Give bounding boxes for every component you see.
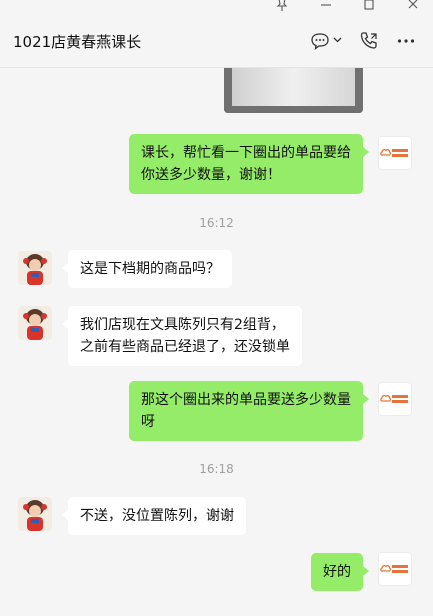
image-thumbnail xyxy=(224,68,363,113)
image-message[interactable] xyxy=(224,68,363,113)
message-line: 之前有些商品已经退了，还没锁单 xyxy=(80,339,290,355)
message-bubble-sent[interactable]: 课长，帮忙看一下圈出的单品要给 你送多少数量，谢谢！ xyxy=(129,134,369,194)
message-bubble-sent[interactable]: 那这个圈出来的单品要送多少数量 呀 xyxy=(129,381,369,441)
message-line: 呀 xyxy=(141,414,155,430)
voice-call-button[interactable] xyxy=(358,28,380,54)
contact-avatar[interactable] xyxy=(18,497,52,531)
brand-logo-icon xyxy=(380,149,408,157)
message-list[interactable]: 课长，帮忙看一下圈出的单品要给 你送多少数量，谢谢！ 16:12 这是下档期的商… xyxy=(0,68,433,616)
message-bubble-sent[interactable]: 好的 xyxy=(311,553,369,591)
doll-avatar-icon xyxy=(18,497,52,531)
pin-icon[interactable] xyxy=(274,0,290,13)
contact-avatar[interactable] xyxy=(18,251,52,285)
chat-bubble-icon xyxy=(311,33,342,50)
my-avatar[interactable] xyxy=(378,382,412,416)
my-avatar[interactable] xyxy=(378,136,412,170)
more-button[interactable] xyxy=(395,28,417,54)
doll-avatar-icon xyxy=(18,306,52,340)
phone-icon xyxy=(360,32,377,49)
more-icon xyxy=(397,39,415,43)
brand-logo-icon xyxy=(380,565,408,573)
timestamp: 16:12 xyxy=(199,216,234,230)
close-icon[interactable] xyxy=(405,0,421,13)
message-line: 我们店现在文具陈列只有2组背， xyxy=(80,317,285,333)
timestamp: 16:18 xyxy=(199,462,234,476)
message-bubble-received[interactable]: 我们店现在文具陈列只有2组背， 之前有些商品已经退了，还没锁单 xyxy=(62,306,302,366)
doll-avatar-icon xyxy=(18,251,52,285)
message-line: 你送多少数量，谢谢！ xyxy=(141,167,281,183)
message-line: 那这个圈出来的单品要送多少数量 xyxy=(141,392,351,408)
chat-title: 1021店黄春燕课长 xyxy=(13,33,142,51)
chat-header: 1021店黄春燕课长 xyxy=(0,14,433,68)
message-line: 课长，帮忙看一下圈出的单品要给 xyxy=(141,145,351,161)
message-bubble-received[interactable]: 不送，没位置陈列，谢谢 xyxy=(62,497,246,535)
message-bubble-received[interactable]: 这是下档期的商品吗？ xyxy=(62,250,232,288)
brand-logo-icon xyxy=(380,395,408,403)
my-avatar[interactable] xyxy=(378,552,412,586)
contact-avatar[interactable] xyxy=(18,306,52,340)
minimize-icon[interactable] xyxy=(318,0,334,13)
maximize-icon[interactable] xyxy=(361,0,377,13)
window-controls xyxy=(0,0,433,14)
chat-history-button[interactable] xyxy=(310,28,346,54)
